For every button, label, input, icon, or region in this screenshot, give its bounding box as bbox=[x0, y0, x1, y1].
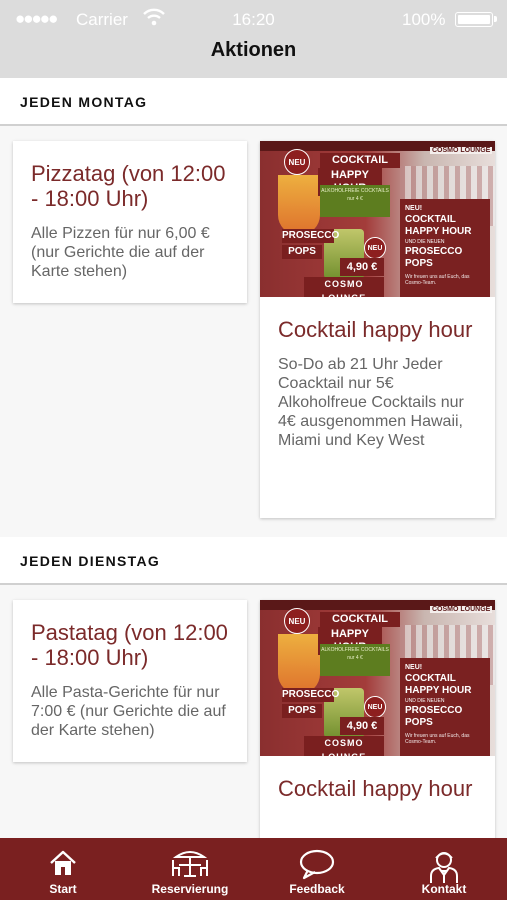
flyer-prosecco: PROSECCO bbox=[282, 688, 340, 702]
tab-label: Start bbox=[49, 882, 77, 896]
flyer-box-cocktail: COCKTAIL HAPPY HOUR bbox=[405, 214, 472, 237]
promo-card-cocktail[interactable]: NEU COCKTAIL HAPPY HOUR ALKOHOLFREIE COC… bbox=[260, 600, 495, 860]
flyer-box-und: UND DIE NEUEN bbox=[405, 698, 445, 704]
offer-card-pastatag[interactable]: Pastatag (von 12:00 - 18:00 Uhr) Alle Pa… bbox=[13, 600, 247, 762]
flyer-box-neu: NEU! bbox=[405, 664, 423, 671]
promo-description: So-Do ab 21 Uhr Jeder Coacktail nur 5€ A… bbox=[278, 356, 464, 449]
flyer-logo: COSMO LOUNGE bbox=[430, 147, 493, 154]
flyer-neu-badge: NEU bbox=[284, 608, 310, 634]
flyer-pops: POPS bbox=[282, 704, 322, 718]
tab-start[interactable]: Start bbox=[0, 838, 126, 900]
flyer-prosecco: PROSECCO bbox=[282, 229, 340, 243]
flyer-box-neu: NEU! bbox=[405, 205, 423, 212]
flyer-neu-badge: NEU bbox=[364, 237, 386, 259]
section-header-monday: JEDEN MONTAG bbox=[0, 78, 507, 126]
flyer-box-und: UND DIE NEUEN bbox=[405, 239, 445, 245]
tab-label: Reservierung bbox=[151, 882, 229, 896]
flyer-neu-badge: NEU bbox=[284, 149, 310, 175]
promo-image: NEU COCKTAIL HAPPY HOUR ALKOHOLFREIE COC… bbox=[260, 141, 495, 297]
offer-description: Alle Pizzen für nur 6,00 € (nur Gerichte… bbox=[31, 225, 210, 280]
flyer-info-box: NEU! COCKTAIL HAPPY HOUR UND DIE NEUEN P… bbox=[400, 658, 490, 756]
tab-reservierung[interactable]: Reservierung bbox=[127, 838, 253, 900]
flyer-lounge: COSMO LOUNGE bbox=[304, 277, 384, 297]
section-heading: JEDEN MONTAG bbox=[20, 94, 148, 110]
page-title: Aktionen bbox=[210, 39, 297, 61]
speech-bubble-icon bbox=[299, 849, 335, 880]
promo-title: Cocktail happy hour bbox=[278, 776, 473, 801]
flyer-price: 4,90 € bbox=[340, 258, 384, 276]
flyer-box-prosecco: PROSECCO POPS bbox=[405, 705, 463, 728]
tab-label: Feedback bbox=[289, 882, 345, 896]
flyer-price: 4,90 € bbox=[340, 717, 384, 735]
flyer-cocktail: COCKTAIL bbox=[320, 612, 400, 627]
offer-card-pizzatag[interactable]: Pizzatag (von 12:00 - 18:00 Uhr) Alle Pi… bbox=[13, 141, 247, 303]
promo-title: Cocktail happy hour bbox=[278, 317, 473, 342]
battery-icon bbox=[455, 12, 497, 27]
flyer-box-cocktail: COCKTAIL HAPPY HOUR bbox=[405, 673, 472, 696]
tab-bar: Start Reservierung Feedback Kontakt bbox=[0, 838, 507, 900]
promo-card-cocktail[interactable]: NEU COCKTAIL HAPPY HOUR ALKOHOLFREIE COC… bbox=[260, 141, 495, 518]
cocktail-glass-image bbox=[278, 634, 320, 694]
offer-description: Alle Pasta-Gerichte für nur 7:00 € (nur … bbox=[31, 684, 226, 739]
flyer-box-footer: Wir freuen uns auf Euch, das Cosmo-Team. bbox=[405, 733, 470, 745]
flyer-cocktail: COCKTAIL bbox=[320, 153, 400, 168]
flyer-logo: COSMO LOUNGE bbox=[430, 606, 493, 613]
flyer-small-info: ALKOHOLFREIE COCKTAILS nur 4 € bbox=[320, 185, 390, 217]
cocktail-glass-image bbox=[278, 175, 320, 235]
offer-title: Pastatag (von 12:00 - 18:00 Uhr) bbox=[31, 620, 228, 670]
tab-label: Kontakt bbox=[421, 882, 467, 896]
flyer-box-footer: Wir freuen uns auf Euch, das Cosmo-Team. bbox=[405, 274, 470, 286]
offer-title: Pizzatag (von 12:00 - 18:00 Uhr) bbox=[31, 161, 226, 211]
flyer-neu-badge: NEU bbox=[364, 696, 386, 718]
flyer-box-prosecco: PROSECCO POPS bbox=[405, 246, 463, 269]
table-icon bbox=[172, 851, 208, 877]
tab-feedback[interactable]: Feedback bbox=[254, 838, 380, 900]
flyer-small-info: ALKOHOLFREIE COCKTAILS nur 4 € bbox=[320, 644, 390, 676]
promo-body: Cocktail happy hour bbox=[260, 756, 495, 801]
home-icon bbox=[50, 850, 76, 875]
status-bar: ●●●●● Carrier 16:20 100% bbox=[0, 8, 507, 31]
promo-image: NEU COCKTAIL HAPPY HOUR ALKOHOLFREIE COC… bbox=[260, 600, 495, 756]
flyer-pops: POPS bbox=[282, 245, 322, 259]
flyer-lounge: COSMO LOUNGE bbox=[304, 736, 384, 756]
battery-percent: 100% bbox=[402, 10, 446, 29]
tab-kontakt[interactable]: Kontakt bbox=[381, 838, 507, 900]
top-bar: ●●●●● Carrier 16:20 100% Aktionen bbox=[0, 0, 507, 78]
section-heading: JEDEN DIENSTAG bbox=[20, 553, 161, 569]
section-header-tuesday: JEDEN DIENSTAG bbox=[0, 537, 507, 585]
flyer-info-box: NEU! COCKTAIL HAPPY HOUR UND DIE NEUEN P… bbox=[400, 199, 490, 297]
person-icon bbox=[430, 852, 458, 883]
promo-body: Cocktail happy hour So-Do ab 21 Uhr Jede… bbox=[260, 297, 495, 450]
